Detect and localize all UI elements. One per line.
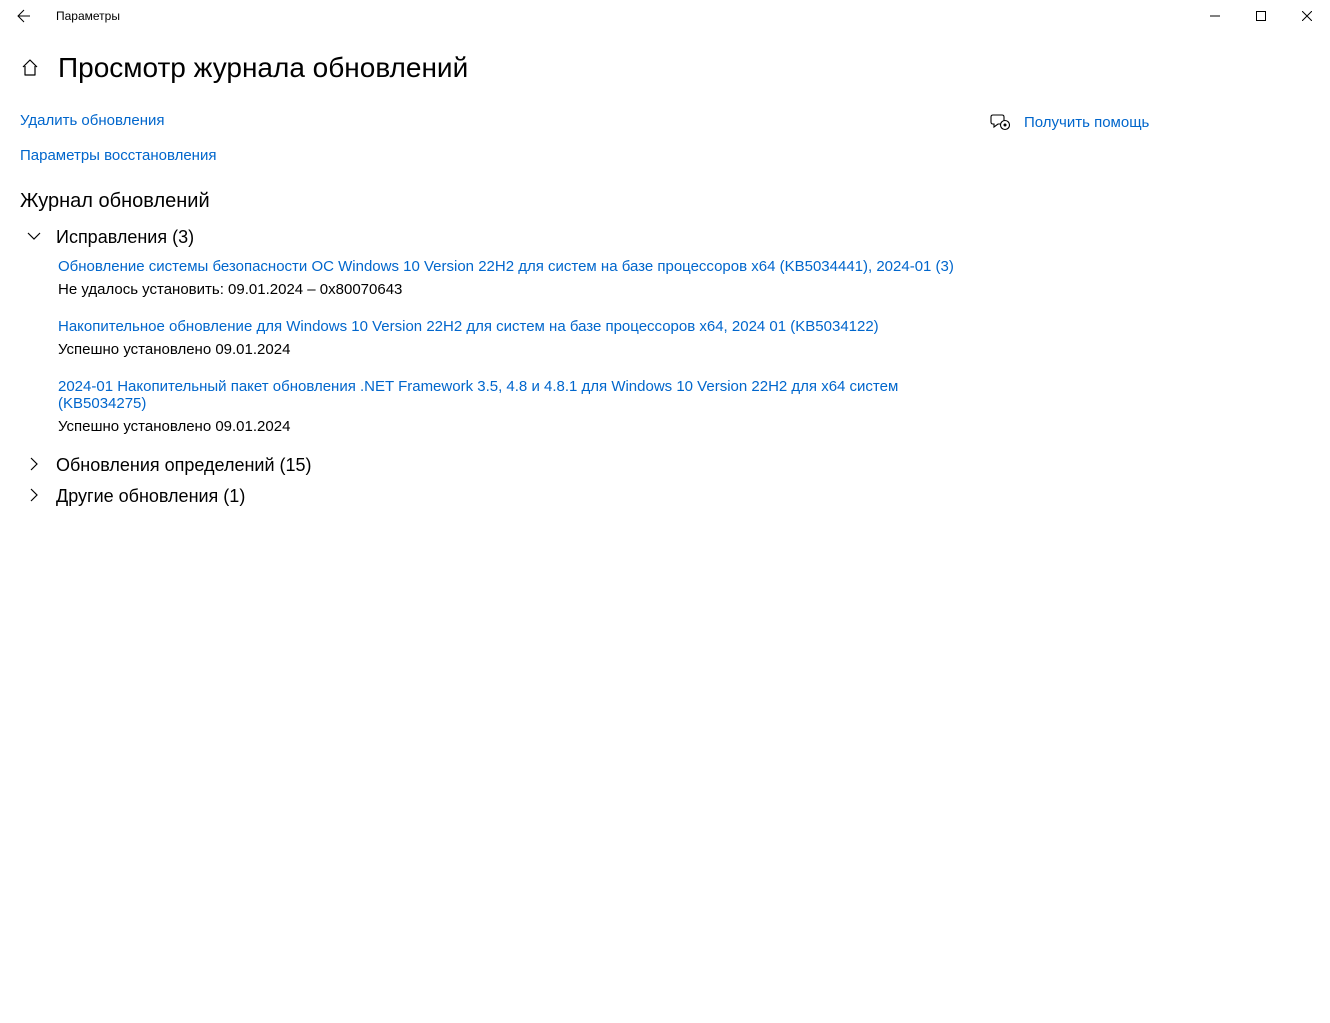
group-header-fixes[interactable]: Исправления (3) [26,227,990,248]
update-item: Накопительное обновление для Windows 10 … [58,318,990,358]
update-list-fixes: Обновление системы безопасности ОС Windo… [58,258,990,435]
window-controls [1192,0,1330,32]
group-label: Исправления (3) [56,227,194,248]
update-status: Не удалось установить: 09.01.2024 – 0x80… [58,281,990,298]
chevron-right-icon [26,487,46,507]
app-title: Параметры [56,9,120,23]
group-header-other[interactable]: Другие обновления (1) [26,486,990,507]
minimize-button[interactable] [1192,0,1238,32]
uninstall-updates-link[interactable]: Удалить обновления [20,112,990,129]
update-status: Успешно установлено 09.01.2024 [58,418,990,435]
help-icon [990,112,1010,132]
maximize-icon [1256,11,1266,21]
maximize-button[interactable] [1238,0,1284,32]
back-button[interactable] [8,0,40,32]
group-label: Обновления определений (15) [56,455,312,476]
get-help-link[interactable]: Получить помощь [1024,114,1149,131]
update-title-link[interactable]: Обновление системы безопасности ОС Windo… [58,258,990,275]
get-help-row[interactable]: Получить помощь [990,112,1310,132]
update-title-link[interactable]: 2024-01 Накопительный пакет обновления .… [58,378,990,412]
arrow-left-icon [16,8,32,24]
home-icon [20,58,40,78]
chevron-right-icon [26,456,46,476]
close-icon [1302,11,1312,21]
close-button[interactable] [1284,0,1330,32]
page-header: Просмотр журнала обновлений [20,52,1310,84]
group-header-definitions[interactable]: Обновления определений (15) [26,455,990,476]
update-title-link[interactable]: Накопительное обновление для Windows 10 … [58,318,990,335]
chevron-down-icon [26,228,46,248]
home-button[interactable] [20,58,40,78]
recovery-options-link[interactable]: Параметры восстановления [20,147,990,164]
titlebar: Параметры [0,0,1330,32]
page-title: Просмотр журнала обновлений [58,52,468,84]
update-status: Успешно установлено 09.01.2024 [58,341,990,358]
update-item: Обновление системы безопасности ОС Windo… [58,258,990,298]
update-item: 2024-01 Накопительный пакет обновления .… [58,378,990,435]
history-section-title: Журнал обновлений [20,190,990,213]
group-label: Другие обновления (1) [56,486,245,507]
minimize-icon [1210,11,1220,21]
